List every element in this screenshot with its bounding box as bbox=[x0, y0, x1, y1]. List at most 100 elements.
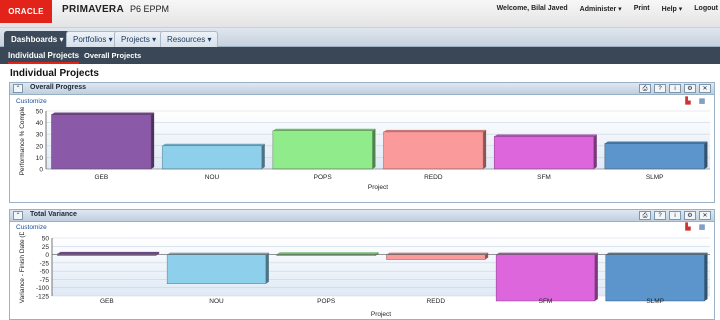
y-tick-label: 0 bbox=[39, 167, 43, 174]
print-link[interactable]: Print bbox=[634, 5, 650, 13]
collapse-icon[interactable]: ⌃ bbox=[13, 211, 23, 220]
bar-side bbox=[151, 112, 155, 169]
help-menu[interactable]: Help ▾ bbox=[662, 5, 683, 13]
x-tick-label: POPS bbox=[314, 174, 333, 181]
portlet-header: ⌃ Total Variance ⎙ ? i ⚙ ✕ bbox=[10, 210, 714, 222]
welcome-text: Welcome, Bilal Javed bbox=[496, 5, 568, 12]
portlet-tools: ⎙ ? i ⚙ ✕ bbox=[639, 84, 711, 93]
bar-redd bbox=[386, 254, 486, 260]
bar-top bbox=[383, 129, 487, 132]
product-suffix: P6 EPPM bbox=[129, 4, 169, 14]
portlet-tools: ⎙ ? i ⚙ ✕ bbox=[639, 211, 711, 220]
bar-nou bbox=[161, 145, 263, 170]
bar-side bbox=[265, 252, 269, 284]
collapse-icon[interactable]: ⌃ bbox=[13, 84, 23, 93]
portlet-title: Total Variance bbox=[30, 211, 77, 218]
print-icon[interactable]: ⎙ bbox=[639, 84, 651, 93]
customize-link[interactable]: Customize bbox=[16, 224, 47, 231]
bar-side bbox=[593, 134, 597, 169]
x-tick-label: REDD bbox=[424, 174, 443, 181]
info-icon[interactable]: i bbox=[669, 84, 681, 93]
bar-top bbox=[604, 141, 708, 144]
chart-view-icons: ▙ ▦ bbox=[684, 224, 706, 232]
tab-resources[interactable]: Resources ▾ bbox=[160, 31, 219, 47]
settings-icon[interactable]: ⚙ bbox=[684, 84, 696, 93]
product-name: PRIMAVERA P6 EPPM bbox=[62, 4, 169, 15]
y-tick-label: -25 bbox=[40, 260, 50, 267]
main-nav: Dashboards ▾ Portfolios ▾ Projects ▾ Res… bbox=[0, 28, 720, 47]
page-title: Individual Projects bbox=[10, 68, 99, 79]
y-tick-label: -75 bbox=[40, 277, 50, 284]
y-tick-label: 25 bbox=[42, 244, 50, 251]
tab-projects[interactable]: Projects ▾ bbox=[114, 31, 164, 47]
y-tick-label: 10 bbox=[36, 155, 44, 162]
print-icon[interactable]: ⎙ bbox=[639, 211, 651, 220]
x-tick-label: GEB bbox=[100, 298, 114, 305]
x-tick-label: GEB bbox=[94, 174, 108, 181]
info-icon[interactable]: i bbox=[669, 211, 681, 220]
oracle-logo: ORACLE bbox=[0, 0, 52, 23]
y-tick-label: 0 bbox=[45, 252, 49, 259]
help-icon[interactable]: ? bbox=[654, 84, 666, 93]
x-tick-label: POPS bbox=[317, 298, 336, 305]
portlet-title: Overall Progress bbox=[30, 84, 87, 91]
x-axis-label: Project bbox=[371, 311, 391, 318]
settings-icon[interactable]: ⚙ bbox=[684, 211, 696, 220]
x-tick-label: SLMP bbox=[646, 174, 664, 181]
y-axis-label: Variance - Finish Date (D bbox=[19, 232, 26, 303]
x-tick-label: REDD bbox=[427, 298, 446, 305]
x-tick-label: SLMP bbox=[646, 298, 664, 305]
table-view-icon[interactable]: ▦ bbox=[698, 224, 706, 232]
table-view-icon[interactable]: ▦ bbox=[698, 98, 706, 106]
chart-view-icon[interactable]: ▙ bbox=[684, 224, 692, 232]
bar-top bbox=[494, 134, 597, 137]
overall-progress-chart: 0 10 20 30 40 50 GEB NOU POPS REDD SFM SLMP Project P… bbox=[19, 107, 710, 191]
bar-side bbox=[483, 129, 487, 169]
bar-nou bbox=[166, 254, 267, 284]
bar-top bbox=[51, 112, 155, 115]
portlet-total-variance: ⌃ Total Variance ⎙ ? i ⚙ ✕ Customize ▙ ▦… bbox=[9, 209, 715, 320]
bar-side bbox=[594, 252, 598, 301]
y-tick-label: 30 bbox=[36, 132, 44, 139]
chart-view-icons: ▙ ▦ bbox=[684, 98, 706, 106]
product-title: PRIMAVERA bbox=[62, 4, 124, 15]
top-bar: ORACLE PRIMAVERA P6 EPPM Welcome, Bilal J… bbox=[0, 0, 720, 28]
header-links: Welcome, Bilal Javed Administer ▾ Print … bbox=[497, 5, 718, 13]
y-tick-label: 50 bbox=[42, 236, 50, 243]
bar-top bbox=[605, 252, 708, 255]
subtab-individual-projects[interactable]: Individual Projects bbox=[8, 47, 80, 64]
bar-side bbox=[372, 128, 376, 169]
subtab-overall-projects[interactable]: Overall Projects bbox=[84, 47, 141, 64]
x-axis-label: Project bbox=[368, 184, 388, 191]
sub-nav: Individual Projects Overall Projects bbox=[0, 47, 720, 64]
bar-top bbox=[496, 252, 598, 255]
x-tick-label: SFM bbox=[539, 298, 553, 305]
bar-sfm bbox=[493, 136, 595, 170]
y-tick-label: -50 bbox=[40, 269, 50, 276]
y-tick-label: 40 bbox=[36, 120, 44, 127]
bar-slmp bbox=[605, 254, 705, 302]
tab-dashboards[interactable]: Dashboards ▾ bbox=[4, 31, 71, 47]
chart-view-icon[interactable]: ▙ bbox=[684, 98, 692, 106]
y-tick-label: -100 bbox=[36, 285, 49, 292]
customize-link[interactable]: Customize bbox=[16, 98, 47, 105]
y-tick-label: 50 bbox=[36, 109, 44, 116]
administer-menu[interactable]: Administer ▾ bbox=[580, 5, 622, 13]
portlet-header: ⌃ Overall Progress ⎙ ? i ⚙ ✕ bbox=[10, 83, 714, 95]
total-variance-chart: -125 -100-75-50 -2502550 GEB NOU POPS REDD SFM S… bbox=[19, 232, 710, 318]
logout-link[interactable]: Logout bbox=[694, 5, 718, 13]
help-icon[interactable]: ? bbox=[654, 211, 666, 220]
y-tick-label: -125 bbox=[36, 294, 49, 301]
y-tick-label: 20 bbox=[36, 143, 44, 150]
bar-top bbox=[167, 252, 269, 255]
tab-portfolios[interactable]: Portfolios ▾ bbox=[66, 31, 120, 47]
x-tick-label: SFM bbox=[537, 174, 551, 181]
y-axis-label: Performance % Complet bbox=[19, 107, 26, 175]
bar-geb bbox=[51, 114, 152, 170]
bar-slmp bbox=[604, 143, 705, 170]
close-icon[interactable]: ✕ bbox=[699, 211, 711, 220]
x-tick-label: NOU bbox=[205, 174, 220, 181]
bar-side bbox=[704, 141, 708, 169]
close-icon[interactable]: ✕ bbox=[699, 84, 711, 93]
x-tick-label: NOU bbox=[209, 298, 224, 305]
